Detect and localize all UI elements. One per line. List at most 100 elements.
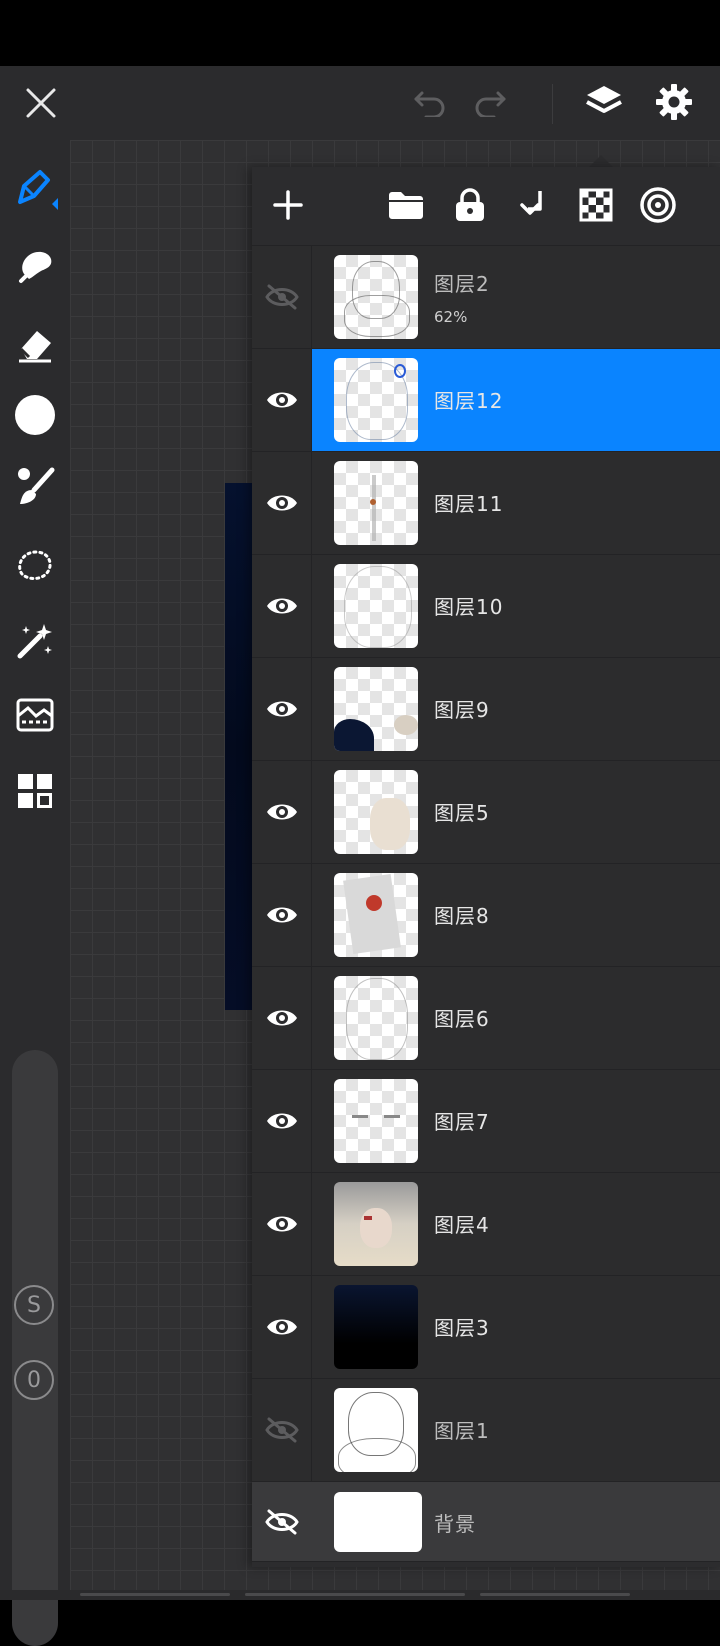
reference-button[interactable]	[634, 181, 682, 229]
smudge-tool-button[interactable]	[10, 240, 60, 290]
close-button[interactable]	[18, 80, 64, 126]
visibility-toggle[interactable]	[252, 246, 312, 348]
layer-name: 图层9	[434, 698, 490, 722]
eye-icon	[266, 804, 297, 820]
opacity-badge[interactable]: 0	[14, 1360, 54, 1400]
layer-name: 图层4	[434, 1213, 490, 1237]
layer-item[interactable]: 图层8	[312, 864, 720, 966]
layer-item[interactable]: 图层1	[312, 1379, 720, 1481]
layer-item[interactable]: 图层7	[312, 1070, 720, 1172]
layer-row[interactable]: 图层3	[252, 1276, 720, 1379]
new-folder-button[interactable]	[382, 181, 430, 229]
layer-item[interactable]: 图层6	[312, 967, 720, 1069]
layer-thumbnail	[334, 1285, 418, 1369]
magic-wand-button[interactable]	[10, 616, 60, 666]
eye-icon	[266, 701, 297, 717]
layer-item[interactable]: 图层5	[312, 761, 720, 863]
scroll-indicator	[80, 1593, 230, 1596]
layer-row[interactable]: 图层7	[252, 1070, 720, 1173]
visibility-toggle[interactable]	[252, 1173, 312, 1275]
add-layer-button[interactable]	[264, 181, 312, 229]
eye-icon	[266, 1319, 297, 1335]
layer-item[interactable]: 图层3	[312, 1276, 720, 1378]
layer-item[interactable]: 图层9	[312, 658, 720, 760]
layer-opacity: 62%	[434, 308, 468, 326]
visibility-toggle[interactable]	[252, 1070, 312, 1172]
layers-panel-header	[252, 167, 720, 246]
eraser-tool-button[interactable]	[10, 318, 60, 368]
eye-icon	[266, 1216, 297, 1232]
layer-thumbnail	[334, 873, 418, 957]
brush-size-slider[interactable]	[12, 1050, 58, 1646]
layer-thumbnail	[334, 1492, 422, 1552]
layer-thumbnail	[334, 770, 418, 854]
apps-grid-button[interactable]	[10, 766, 60, 816]
size-badge[interactable]: S	[14, 1285, 54, 1325]
color-picker-button[interactable]	[10, 390, 60, 440]
eye-hidden-icon	[264, 1417, 299, 1443]
layer-item[interactable]: 图层12	[312, 349, 720, 451]
visibility-toggle[interactable]	[252, 349, 312, 451]
settings-button[interactable]	[650, 78, 698, 126]
layer-thumbnail	[334, 358, 418, 442]
layer-row[interactable]: 图层4	[252, 1173, 720, 1276]
grid-apps-icon	[18, 774, 52, 808]
color-icon	[15, 395, 55, 435]
transparency-button[interactable]	[572, 181, 620, 229]
layer-thumbnail	[334, 1079, 418, 1163]
visibility-toggle[interactable]	[252, 1482, 312, 1561]
undo-icon	[414, 91, 445, 117]
layer-thumbnail	[334, 564, 418, 648]
visibility-toggle[interactable]	[252, 1276, 312, 1378]
merge-down-button[interactable]	[510, 181, 558, 229]
layer-name: 图层8	[434, 904, 490, 928]
undo-button[interactable]	[410, 82, 450, 122]
layer-row[interactable]: 图层9	[252, 658, 720, 761]
visibility-toggle[interactable]	[252, 1379, 312, 1481]
eye-hidden-icon	[264, 284, 299, 310]
gear-icon	[656, 84, 692, 120]
layer-name: 图层11	[434, 492, 504, 516]
layer-row[interactable]: 图层2 62%	[252, 246, 720, 349]
layer-row[interactable]: 图层6	[252, 967, 720, 1070]
merge-down-icon	[520, 191, 542, 215]
redo-button[interactable]	[470, 82, 510, 122]
layer-thumbnail	[334, 1182, 418, 1266]
pen-tool-button[interactable]	[10, 162, 60, 212]
layer-item[interactable]: 图层11	[312, 452, 720, 554]
background-layer-row[interactable]: 背景	[252, 1482, 720, 1562]
layer-row[interactable]: 图层5	[252, 761, 720, 864]
transparency-checker-icon	[579, 188, 613, 222]
eye-icon	[266, 392, 297, 408]
layer-row[interactable]: 图层10	[252, 555, 720, 658]
visibility-toggle[interactable]	[252, 658, 312, 760]
layer-row[interactable]: 图层1	[252, 1379, 720, 1482]
layer-item[interactable]: 图层2 62%	[312, 246, 720, 348]
layer-item[interactable]: 图层4	[312, 1173, 720, 1275]
layer-name: 图层1	[434, 1419, 490, 1443]
lock-layer-button[interactable]	[446, 181, 494, 229]
layer-name: 图层2	[434, 272, 490, 296]
layer-item[interactable]: 背景	[312, 1482, 720, 1561]
scroll-indicator	[245, 1593, 465, 1596]
layer-row[interactable]: 图层8	[252, 864, 720, 967]
lasso-tool-button[interactable]	[10, 540, 60, 590]
layer-name: 图层10	[434, 595, 504, 619]
layer-row[interactable]: 图层12	[252, 349, 720, 452]
visibility-toggle[interactable]	[252, 967, 312, 1069]
layer-row[interactable]: 图层11	[252, 452, 720, 555]
visibility-toggle[interactable]	[252, 864, 312, 966]
brush-settings-button[interactable]	[10, 462, 60, 512]
layer-item[interactable]: 图层10	[312, 555, 720, 657]
redo-icon	[475, 91, 506, 117]
close-icon	[26, 88, 56, 118]
layer-name: 图层7	[434, 1110, 490, 1134]
image-adjust-button[interactable]	[10, 690, 60, 740]
brush-settings-icon	[18, 467, 55, 504]
visibility-toggle[interactable]	[252, 452, 312, 554]
panel-caret	[589, 155, 613, 167]
visibility-toggle[interactable]	[252, 555, 312, 657]
eye-icon	[266, 598, 297, 614]
visibility-toggle[interactable]	[252, 761, 312, 863]
layers-button[interactable]	[580, 78, 628, 126]
